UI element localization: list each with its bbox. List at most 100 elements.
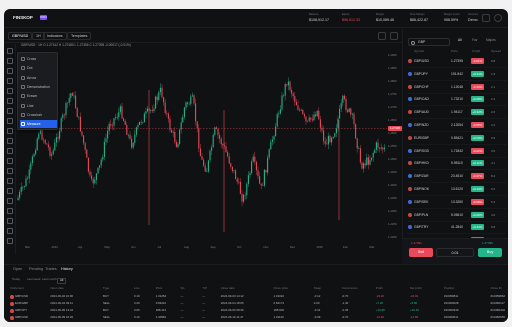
- tool-menu-item[interactable]: Line: [20, 102, 57, 110]
- history-filter[interactable]: All: [57, 278, 67, 284]
- col-symbol: Symbol: [414, 49, 425, 53]
- column-header[interactable]: S/L: [181, 287, 185, 290]
- market-search-input[interactable]: GBP: [408, 38, 450, 46]
- column-header[interactable]: Price: [156, 287, 163, 290]
- lock-icon[interactable]: [7, 138, 13, 144]
- positions-tab[interactable]: Pending: [29, 267, 43, 274]
- column-header[interactable]: Close price: [274, 287, 288, 290]
- text-icon[interactable]: [7, 88, 13, 94]
- column-header[interactable]: Open date: [50, 287, 64, 290]
- market-row[interactable]: GBP/SGD 1.71842 -0.22% 3.5: [408, 146, 506, 158]
- time-axis[interactable]: Mar 2024 Apr May Jun Jul Aug Sep Oct Nov Dec 2025 Fe…: [17, 245, 387, 251]
- column-header[interactable]: Lots: [134, 287, 139, 290]
- brush-icon[interactable]: [7, 78, 13, 84]
- stat-value: $86,422.87: [410, 17, 428, 22]
- market-row[interactable]: GBP/HKD 9.95110 +0.11% 4.1: [408, 158, 506, 171]
- grid-icon[interactable]: [7, 208, 13, 214]
- market-row[interactable]: EUR/GBP 0.85421 +0.03% 0.9: [408, 133, 506, 145]
- candle-body: [151, 110, 153, 112]
- candle-body: [76, 107, 78, 117]
- history-filter[interactable]: Today: [12, 278, 20, 284]
- positions-tab[interactable]: Trades: [45, 267, 57, 274]
- zoom-icon[interactable]: [7, 118, 13, 124]
- history-filter[interactable]: Last month: [42, 278, 57, 284]
- market-row[interactable]: GBP/JPY 191.842 +0.21% 1.9: [408, 69, 506, 81]
- trash-icon[interactable]: [7, 158, 13, 164]
- market-row[interactable]: GBP/PLN 5.05610 +0.06% 4.6: [408, 210, 506, 222]
- camera-icon[interactable]: [7, 178, 13, 184]
- fib-icon[interactable]: [7, 68, 13, 74]
- tool-menu-item[interactable]: Demonstration: [20, 83, 57, 91]
- pattern-icon[interactable]: [7, 98, 13, 104]
- tool-menu-item[interactable]: Arrow: [20, 74, 57, 82]
- tool-menu-item[interactable]: Eraser: [20, 92, 57, 100]
- column-header[interactable]: Swap: [314, 287, 321, 290]
- market-row[interactable]: GBP/ZAR 23.4510 -0.37% 8.2: [408, 171, 506, 184]
- tool-menu-item[interactable]: Crosshair: [20, 111, 57, 119]
- price-chart[interactable]: [17, 50, 387, 245]
- market-row[interactable]: GBP/CHF 1.12048 -0.14% 2.1: [408, 82, 506, 94]
- table-row[interactable]: GBP/JPY 2024-09-05 13:42 BUY 0.05 188.412 — — 2…: [10, 308, 505, 315]
- price-axis[interactable]: 1.2900 1.2850 1.2800 1.2750 1.2700 1.2650 1.26…: [388, 50, 402, 245]
- table-row[interactable]: GBP/USD 2024-09-02 10:00 BUY 0.10 1.31254 — — 2…: [10, 294, 505, 301]
- column-header[interactable]: Close ID: [491, 287, 502, 290]
- market-tab[interactable]: Majors: [486, 38, 496, 45]
- table-row[interactable]: GBP/USD 2024-09-09 16:20 SELL 0.10 1.30981 — —…: [10, 315, 505, 322]
- positions-tab[interactable]: History: [61, 267, 73, 274]
- candle-body: [251, 161, 253, 173]
- market-row[interactable]: GBP/AUD 1.94117 +0.32% 2.6: [408, 107, 506, 120]
- market-row[interactable]: GBP/USD 1.27395 -0.01% 0.8: [408, 56, 506, 68]
- avatar[interactable]: [494, 14, 502, 22]
- market-row[interactable]: GBP/NZD 2.12054 -0.05% 3.2: [408, 120, 506, 132]
- magnet-icon[interactable]: [7, 128, 13, 134]
- tool-menu-item[interactable]: Dot: [20, 64, 57, 72]
- market-row[interactable]: GBP/NOK 13.6120 +0.19% 5.0: [408, 184, 506, 196]
- layers-icon[interactable]: [7, 198, 13, 204]
- lot-size-input[interactable]: 0.01: [436, 248, 474, 257]
- sell-button[interactable]: Sell: [409, 248, 433, 257]
- fullscreen-icon[interactable]: [378, 32, 386, 40]
- table-row[interactable]: EUR/GBP 2024-09-04 09:11 SELL 0.20 0.84210 — —…: [10, 301, 505, 308]
- column-header[interactable]: Position: [444, 287, 454, 290]
- more-icon[interactable]: [7, 238, 13, 244]
- cursor-icon[interactable]: [7, 48, 13, 54]
- tool-menu-item[interactable]: Measure: [20, 120, 57, 129]
- market-row[interactable]: GBP/CAD 1.73210 +0.08% 2.4: [408, 94, 506, 107]
- column-header[interactable]: T/P: [202, 287, 207, 290]
- tool-menu-item[interactable]: Cross: [20, 55, 57, 63]
- indicators-button[interactable]: Indicators: [43, 32, 67, 40]
- tool-menu-label: Measure: [27, 122, 41, 127]
- app-logo[interactable]: FINSKOP: [13, 15, 37, 21]
- symbol-selector[interactable]: GBP/USD: [8, 32, 33, 40]
- undo-icon[interactable]: [7, 218, 13, 224]
- positions-tab[interactable]: Open: [13, 267, 22, 274]
- price-axis-label: 1.2200: [388, 235, 397, 239]
- market-tab[interactable]: Fav: [472, 38, 477, 45]
- candle-body: [27, 178, 29, 180]
- market-row[interactable]: GBP/SEK 13.3280 -0.09% 5.4: [408, 197, 506, 209]
- trend-line-icon[interactable]: [7, 58, 13, 64]
- column-header[interactable]: Commission: [342, 287, 358, 290]
- candle-body: [163, 97, 165, 103]
- candle-body: [276, 114, 278, 127]
- measure-icon[interactable]: [7, 108, 13, 114]
- column-header[interactable]: Net profit: [410, 287, 422, 290]
- eye-icon[interactable]: [7, 148, 13, 154]
- buy-button[interactable]: Buy: [478, 248, 502, 257]
- candle-body: [166, 112, 168, 114]
- templates-button[interactable]: Templates: [67, 32, 92, 40]
- column-header[interactable]: Close date: [221, 287, 235, 290]
- column-header[interactable]: Instrument: [10, 287, 24, 290]
- settings-icon[interactable]: [7, 168, 13, 174]
- redo-icon[interactable]: [7, 228, 13, 234]
- market-tab[interactable]: All: [458, 38, 462, 45]
- notifications-icon[interactable]: [482, 14, 490, 22]
- star-icon[interactable]: [7, 188, 13, 194]
- table-cell: +16.29: [409, 308, 419, 312]
- history-filter[interactable]: Last week: [27, 278, 41, 284]
- column-header[interactable]: Type: [103, 287, 109, 290]
- market-change: -0.05%: [471, 122, 484, 128]
- screenshot-icon[interactable]: [390, 32, 398, 40]
- column-header[interactable]: Profit: [376, 287, 383, 290]
- market-row[interactable]: GBP/TRY 41.2840 +0.44% 9.8: [408, 222, 506, 235]
